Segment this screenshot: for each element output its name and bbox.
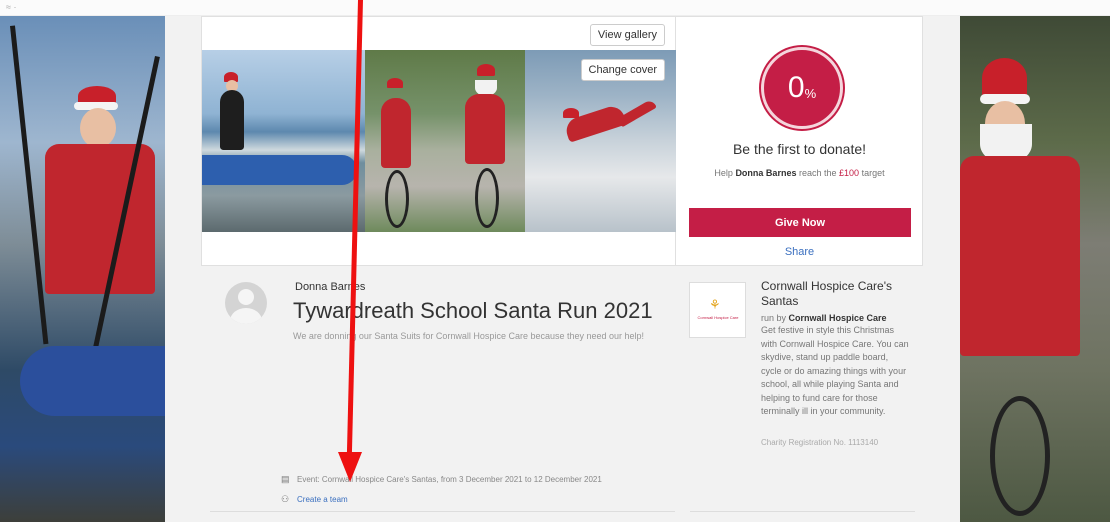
divider — [690, 511, 915, 512]
fundraiser-page: View gallery Change cover 0% Be the firs… — [165, 16, 960, 522]
fundraiser-story: We are donning our Santa Suits for Cornw… — [293, 331, 645, 341]
create-team-label[interactable]: Create a team — [297, 495, 348, 504]
charity-registration: Charity Registration No. 1113140 — [761, 438, 879, 447]
target-amount: £100 — [839, 168, 860, 178]
event-info: ▤ Event: Cornwall Hospice Care's Santas, … — [281, 474, 602, 485]
charity-logo-text: Cornwall Hospice Care — [697, 315, 739, 320]
top-strip-text: ≈ · — [6, 2, 17, 12]
donation-target-text: Help Donna Barnes reach the £100 target — [676, 168, 923, 178]
cover-photo-cyclists — [365, 50, 525, 232]
charity-name[interactable]: Cornwall Hospice Care's Santas — [761, 279, 911, 309]
donation-progress-circle: 0% — [761, 47, 843, 129]
background-photo-left — [0, 16, 165, 522]
charity-run-by: run by Cornwall Hospice Care — [761, 313, 887, 323]
share-link[interactable]: Share — [676, 246, 923, 258]
page-title: Tywardreath School Santa Run 2021 — [293, 298, 653, 323]
run-by-name[interactable]: Cornwall Hospice Care — [789, 313, 887, 323]
give-now-button[interactable]: Give Now — [689, 208, 911, 237]
annotation-arrow-head — [338, 452, 362, 482]
avatar[interactable] — [225, 282, 267, 324]
team-icon: ⚇ — [281, 494, 290, 504]
run-by-prefix: run by — [761, 313, 787, 323]
donate-cta-heading: Be the first to donate! — [732, 141, 867, 157]
progress-value: 0 — [787, 71, 805, 104]
donation-panel: 0% Be the first to donate! Help Donna Ba… — [676, 16, 923, 266]
view-gallery-button[interactable]: View gallery — [589, 24, 665, 46]
cover-section: View gallery Change cover — [201, 16, 677, 266]
top-strip: ≈ · — [0, 0, 1110, 16]
create-team-link[interactable]: ⚇ Create a team — [281, 494, 348, 505]
charity-logo-mark-icon: ⚘ — [709, 297, 721, 312]
help-fundraiser-name: Donna Barnes — [735, 168, 797, 178]
background-photo-right — [960, 16, 1110, 522]
calendar-icon: ▤ — [281, 474, 290, 484]
help-prefix: Help — [714, 168, 733, 178]
charity-logo[interactable]: ⚘ Cornwall Hospice Care — [689, 282, 746, 338]
help-middle: reach the — [798, 168, 837, 178]
charity-description: Get festive in style this Christmas with… — [761, 325, 909, 416]
progress-unit: % — [804, 85, 817, 101]
cover-photo-paddleboard — [202, 50, 365, 232]
change-cover-button[interactable]: Change cover — [580, 59, 665, 81]
help-suffix: target — [861, 168, 885, 178]
divider — [210, 511, 675, 512]
